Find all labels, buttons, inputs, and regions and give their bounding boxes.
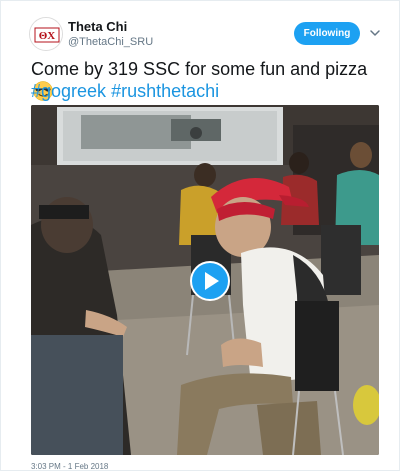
theta-chi-logo: ΘΧ (30, 18, 62, 50)
logo-text: ΘΧ (39, 30, 56, 42)
hashtag-gogreek[interactable]: #gogreek (31, 81, 106, 101)
chevron-down-icon[interactable] (369, 27, 381, 39)
tweet-header: ΘΧ Theta Chi @ThetaChi_SRU Following (1, 1, 400, 59)
avatar[interactable]: ΘΧ (29, 17, 63, 51)
tweet-card: ΘΧ Theta Chi @ThetaChi_SRU Following Com… (0, 0, 400, 471)
play-icon (205, 272, 219, 290)
author-handle[interactable]: @ThetaChi_SRU (68, 36, 153, 48)
tweet-body: Come by 319 SSC for some fun and pizza (31, 59, 368, 79)
video-player[interactable] (31, 105, 379, 455)
following-button[interactable]: Following (294, 22, 360, 45)
hashtag-rushthetachi[interactable]: #rushthetachi (111, 81, 219, 101)
hashtags: #gogreek #rushthetachi (31, 80, 224, 103)
tweet-timestamp[interactable]: 3:03 PM - 1 Feb 2018 (31, 462, 108, 471)
play-button[interactable] (190, 261, 230, 301)
author-name[interactable]: Theta Chi (68, 19, 127, 34)
